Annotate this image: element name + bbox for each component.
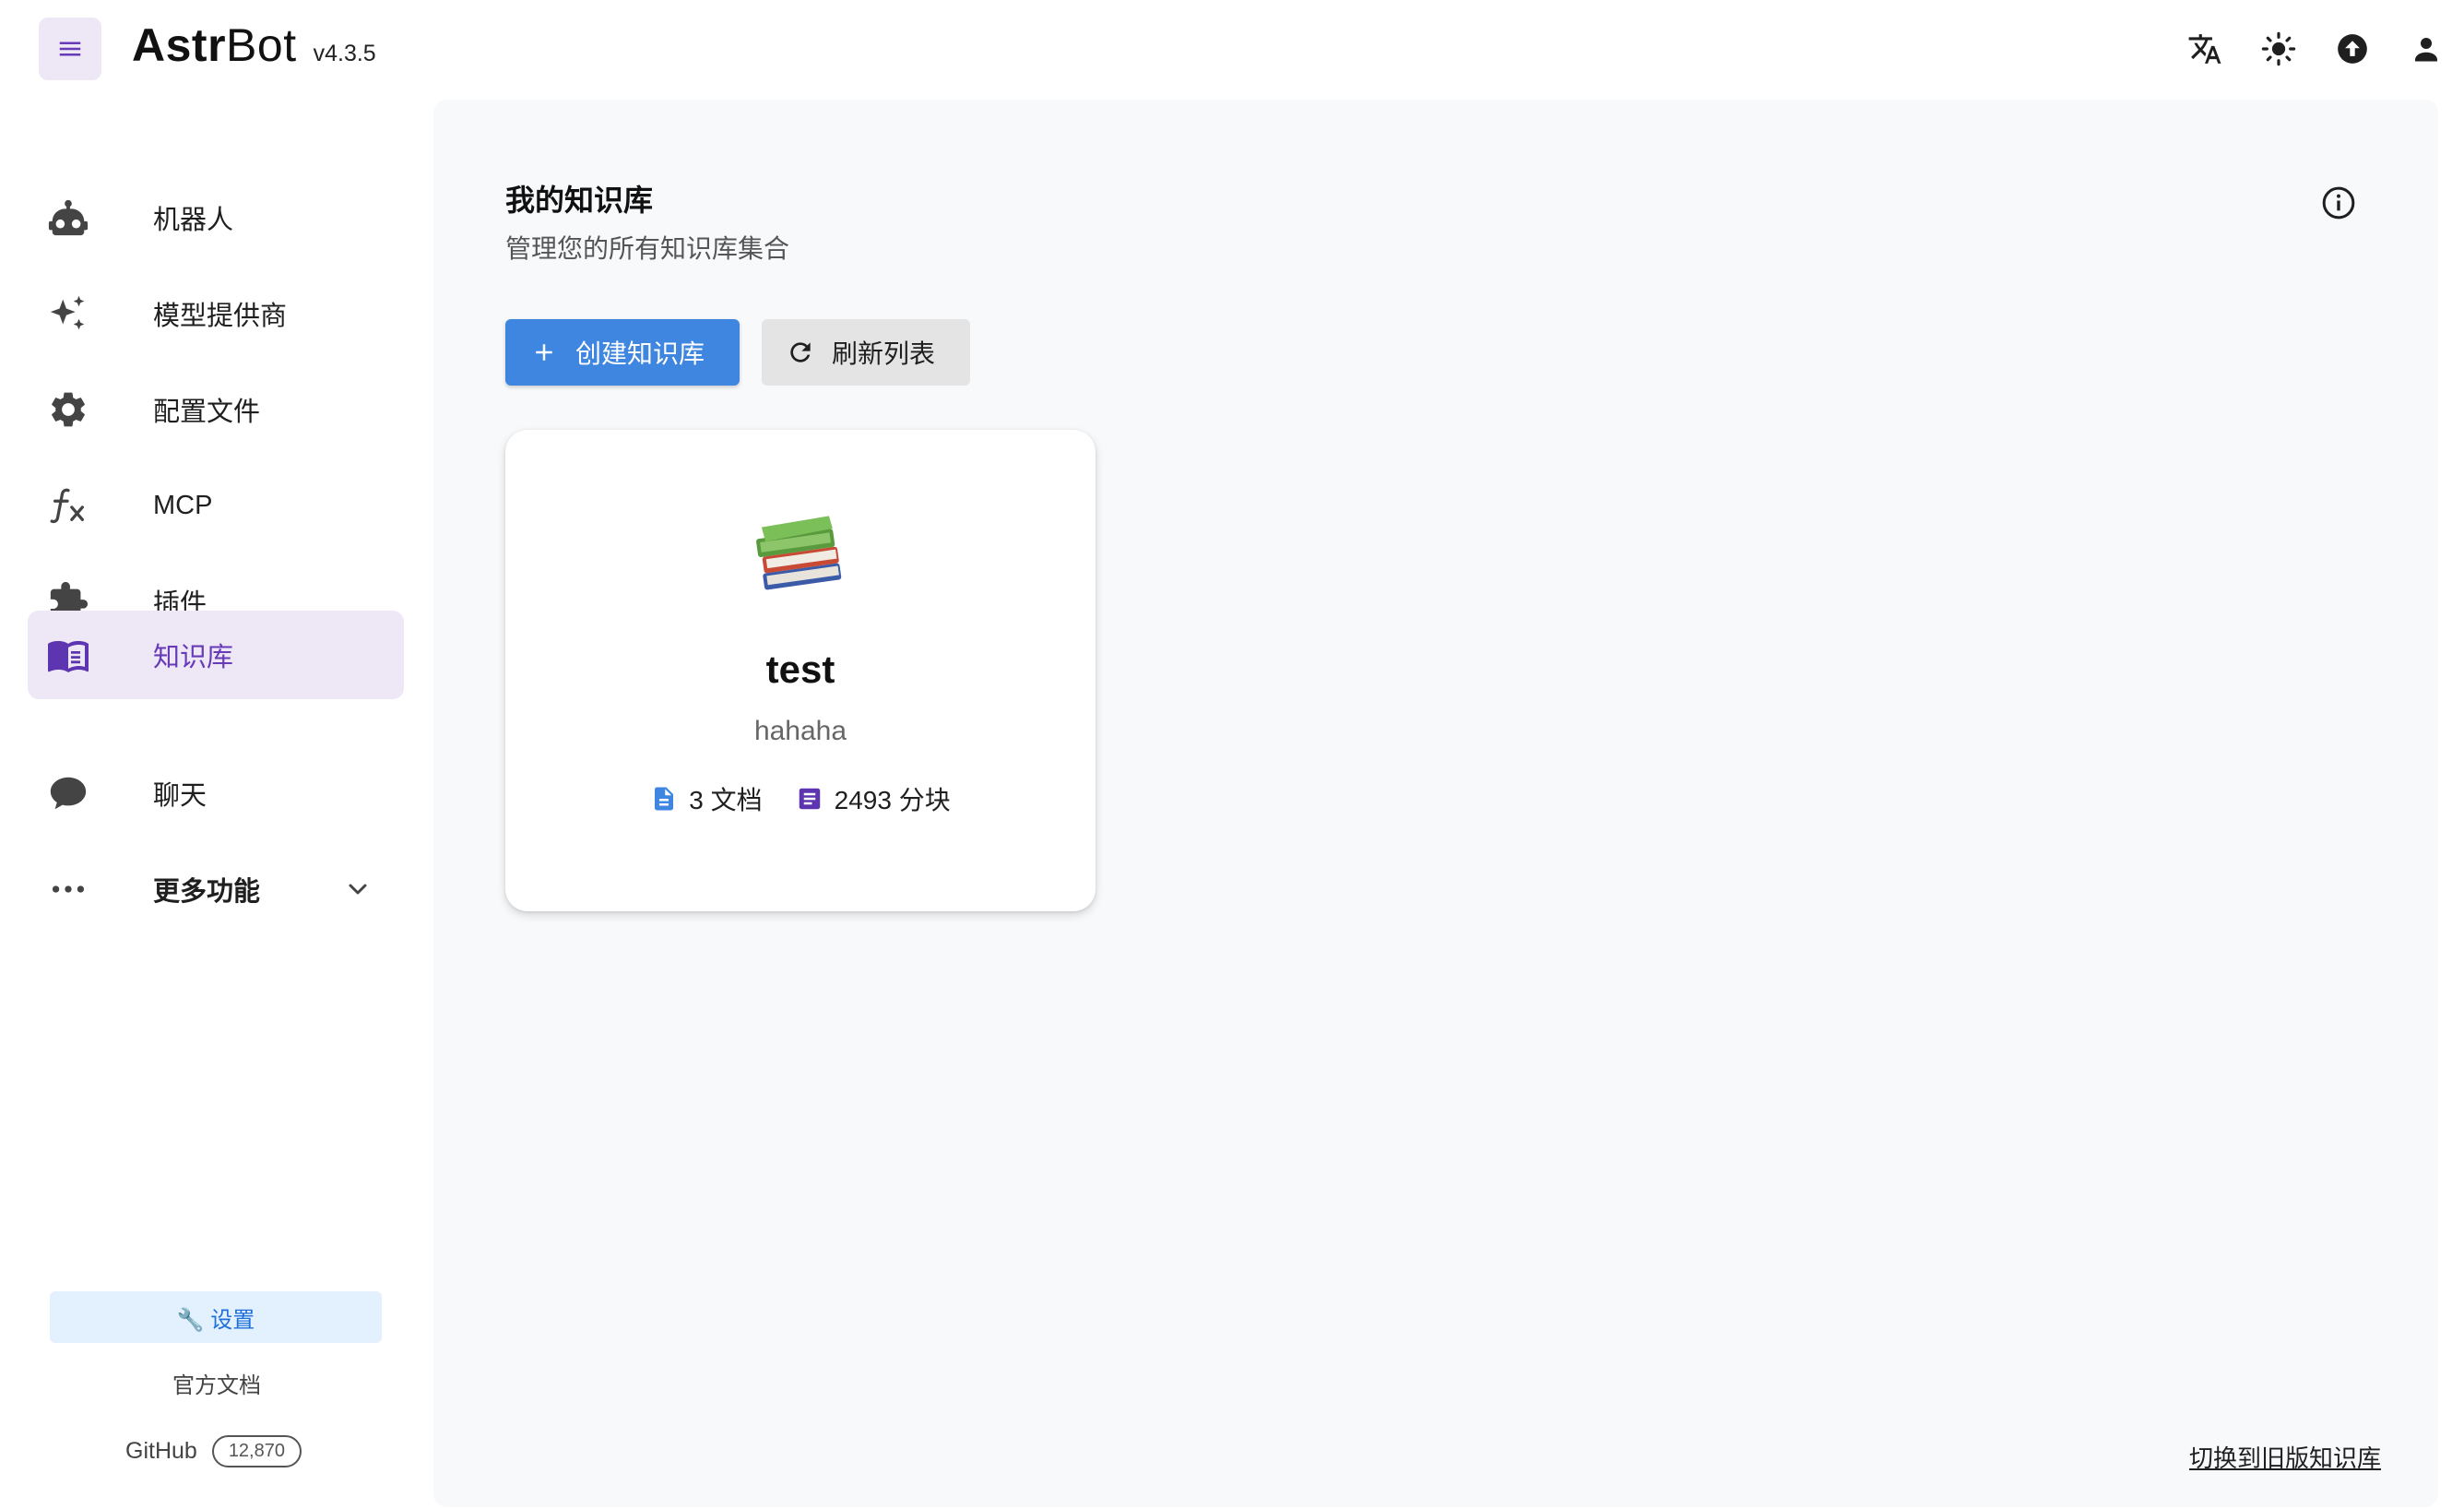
refresh-button-label: 刷新列表 xyxy=(832,339,936,368)
document-count: 3 文档 xyxy=(650,780,763,817)
sidebar-item-label: 机器人 xyxy=(153,206,234,235)
sidebar-item-chat[interactable]: 聊天 xyxy=(28,749,404,838)
app-name: AstrBot xyxy=(132,19,297,71)
sidebar-item-label: 聊天 xyxy=(153,781,207,811)
github-label: GitHub xyxy=(125,1437,197,1464)
knowledge-base-card[interactable]: test hahaha 3 文档 2493 分块 xyxy=(505,430,1096,911)
function-icon xyxy=(46,483,90,528)
main-content: 我的知识库 管理您的所有知识库集合 创建知识库 刷新列表 test hahaha… xyxy=(433,100,2438,1507)
translate-icon xyxy=(2188,34,2221,64)
chunk-count: 2493 分块 xyxy=(796,780,951,817)
knowledge-base-stats: 3 文档 2493 分块 xyxy=(505,778,1096,819)
refresh-icon xyxy=(784,336,817,369)
chunk-count-label: 2493 分块 xyxy=(834,786,951,814)
menu-icon xyxy=(59,42,81,56)
theme-light-icon xyxy=(2261,31,2296,66)
app-brand: AstrBot v4.3.5 xyxy=(132,18,376,79)
github-link[interactable]: GitHub 12,870 xyxy=(125,1432,302,1469)
books-icon xyxy=(756,516,842,590)
settings-button[interactable]: 🔧 设置 xyxy=(50,1291,382,1343)
menu-toggle-button[interactable] xyxy=(39,18,101,80)
theme-toggle-button[interactable] xyxy=(2250,20,2307,77)
sidebar-item-label: MCP xyxy=(153,490,213,520)
app-version: v4.3.5 xyxy=(313,41,376,66)
sidebar-item-mcp[interactable]: MCP xyxy=(28,461,404,550)
more-icon xyxy=(46,867,90,911)
chevron-down-icon xyxy=(349,884,367,895)
official-docs-link[interactable]: 官方文档 xyxy=(0,1367,433,1399)
sidebar-item-config[interactable]: 配置文件 xyxy=(28,365,404,454)
create-knowledge-base-button[interactable]: 创建知识库 xyxy=(505,319,740,386)
language-button[interactable] xyxy=(2176,20,2233,77)
sidebar-item-label: 模型提供商 xyxy=(153,302,288,331)
sidebar-item-label: 更多功能 xyxy=(153,877,261,907)
document-count-label: 3 文档 xyxy=(689,786,763,814)
knowledge-base-name: test xyxy=(765,648,835,691)
robot-icon xyxy=(46,196,90,240)
gear-icon xyxy=(46,387,90,432)
knowledge-base-description: hahaha xyxy=(753,716,847,746)
sidebar-item-more[interactable]: 更多功能 xyxy=(28,845,404,933)
sidebar-item-knowledge-base[interactable]: 知识库 xyxy=(28,611,404,699)
account-button[interactable] xyxy=(2398,20,2455,77)
chunks-icon xyxy=(799,788,820,810)
sidebar: 机器人 模型提供商 配置文件 MCP 插件 知识库 聊天 更多功能 🔧 设置 官… xyxy=(0,98,433,1509)
create-button-label: 创建知识库 xyxy=(575,339,705,368)
update-button[interactable] xyxy=(2324,20,2381,77)
refresh-list-button[interactable]: 刷新列表 xyxy=(762,319,970,386)
update-icon xyxy=(2338,34,2367,64)
page-title: 我的知识库 xyxy=(505,184,654,217)
page-subtitle: 管理您的所有知识库集合 xyxy=(505,234,790,263)
sidebar-item-providers[interactable]: 模型提供商 xyxy=(28,269,404,358)
github-star-count: 12,870 xyxy=(211,1434,302,1467)
info-icon[interactable] xyxy=(2320,184,2357,221)
account-icon xyxy=(2415,38,2437,62)
book-icon xyxy=(46,633,90,677)
sidebar-item-label: 知识库 xyxy=(153,643,234,672)
sidebar-item-label: 配置文件 xyxy=(153,398,261,427)
switch-to-legacy-link[interactable]: 切换到旧版知识库 xyxy=(2189,1440,2381,1474)
chat-icon xyxy=(46,771,90,815)
sparkles-icon xyxy=(46,291,90,336)
sidebar-item-bots[interactable]: 机器人 xyxy=(28,173,404,262)
document-icon xyxy=(655,787,674,811)
plus-icon xyxy=(527,336,561,369)
top-app-bar: AstrBot v4.3.5 xyxy=(0,0,2464,98)
